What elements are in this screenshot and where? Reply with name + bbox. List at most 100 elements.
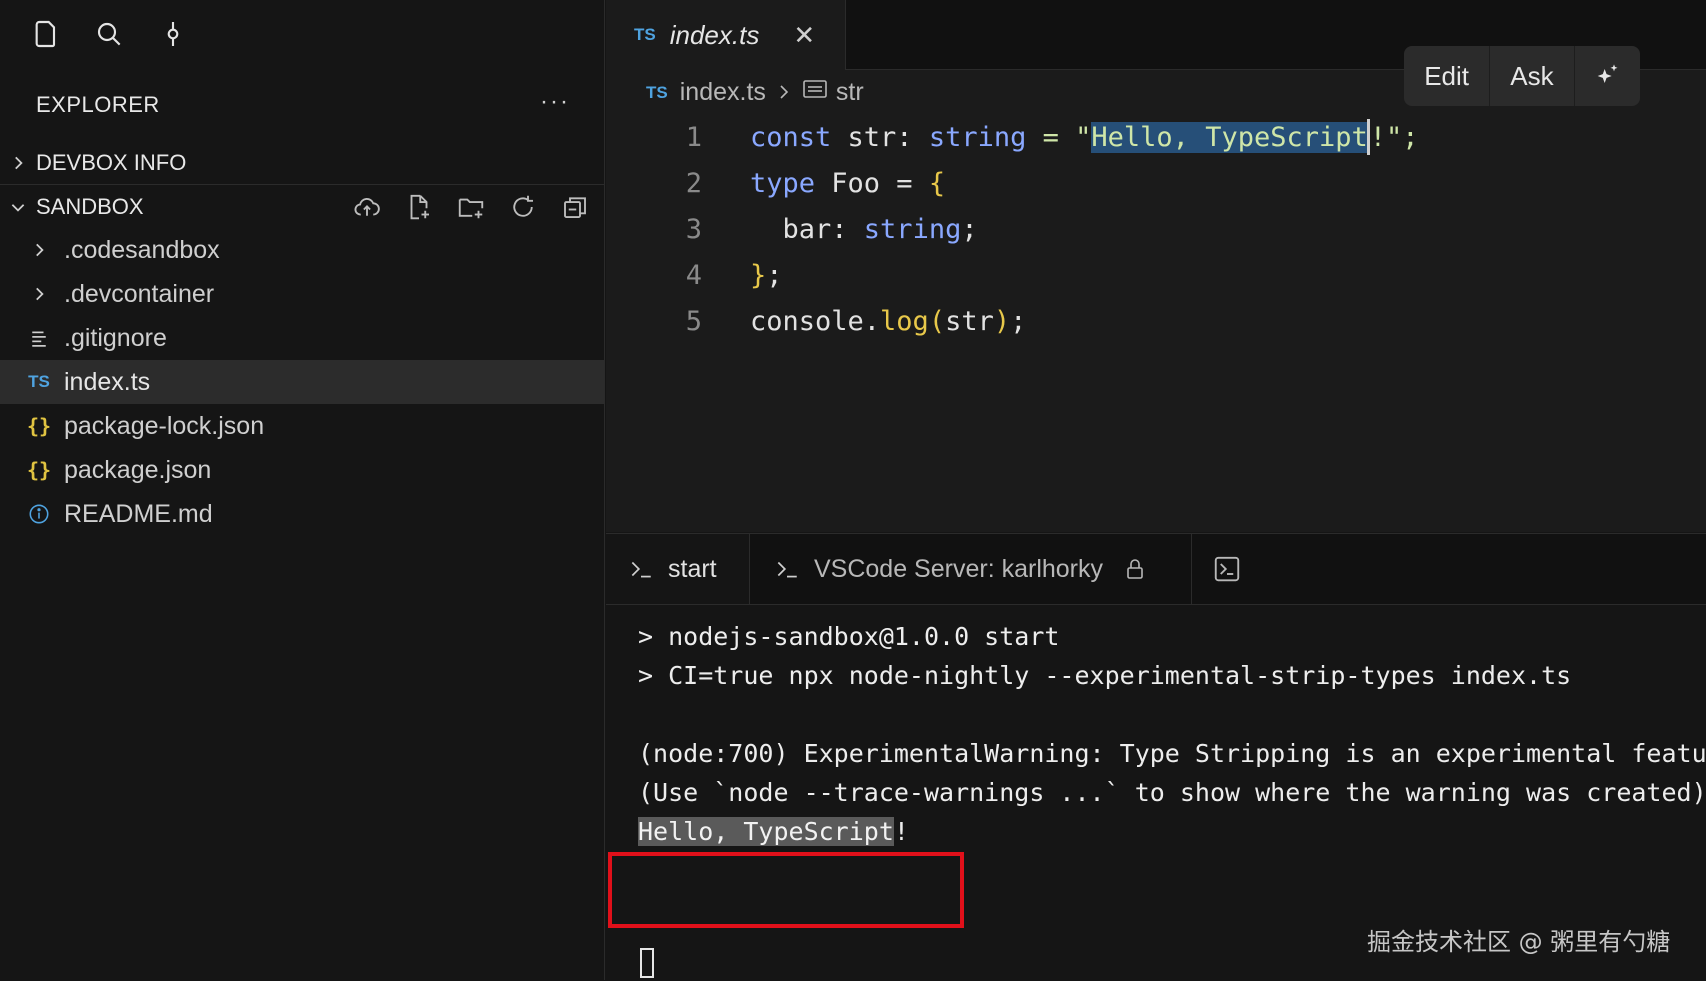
code-token: ( [928, 305, 946, 337]
sidebar: EXPLORER ··· DEVBOX INFO SANDBOX .codesa… [0, 0, 605, 980]
tree-item-index-ts[interactable]: TS index.ts [0, 360, 604, 404]
code-token: Foo = [815, 167, 929, 199]
code-token: ; [961, 213, 978, 245]
code-token: str: [831, 121, 929, 153]
chevron-right-icon [28, 285, 50, 303]
info-icon [28, 502, 50, 526]
tab-label: start [668, 554, 717, 583]
code-token: string [863, 213, 962, 245]
tree-item-label: .gitignore [64, 323, 167, 352]
tree-item-label: package.json [64, 455, 212, 484]
line-number: 2 [685, 167, 702, 199]
tree-item-package-json[interactable]: {} package.json [0, 448, 604, 492]
refresh-icon[interactable] [508, 192, 538, 222]
tree-item-gitignore[interactable]: .gitignore [0, 316, 604, 360]
new-terminal-area [1192, 534, 1706, 604]
line-number: 5 [685, 305, 702, 337]
terminal-cursor [640, 948, 654, 978]
code-token: console. [750, 305, 881, 337]
new-folder-icon[interactable] [456, 192, 486, 222]
terminal-prompt-icon [631, 561, 651, 578]
source-control-icon[interactable] [157, 18, 189, 50]
json-file-icon: {} [26, 458, 52, 482]
cloud-upload-icon[interactable] [352, 192, 382, 222]
code-token: string [928, 121, 1027, 153]
annotation-highlight-box [608, 852, 964, 928]
explorer-title: EXPLORER [36, 92, 160, 117]
terminal-line: > CI=true npx node-nightly --experimenta… [638, 661, 1572, 690]
chevron-down-icon [0, 198, 36, 216]
code-token: { [928, 167, 946, 199]
text-file-icon [28, 329, 50, 347]
watermark: 掘金技术社区 @ 粥里有勺糖 [1367, 928, 1671, 956]
section-devbox-info[interactable]: DEVBOX INFO [0, 142, 604, 185]
search-icon[interactable] [93, 18, 125, 50]
terminal-tab-vscode-server[interactable]: VSCode Server: karlhorky [750, 534, 1192, 604]
chevron-right-icon [776, 78, 792, 107]
new-file-icon[interactable] [404, 192, 434, 222]
section-label: SANDBOX [36, 194, 144, 219]
code-token: = " [1026, 121, 1092, 153]
chevron-right-icon [0, 154, 36, 172]
breadcrumb: TS index.ts str [646, 78, 864, 107]
edit-button[interactable]: Edit [1404, 46, 1491, 106]
collapse-all-icon[interactable] [560, 192, 590, 222]
tree-item-label: .codesandbox [64, 235, 220, 264]
json-file-icon: {} [26, 414, 52, 438]
terminal-tab-start[interactable]: start [606, 534, 750, 604]
section-label: DEVBOX INFO [36, 150, 187, 175]
new-terminal-icon[interactable] [1212, 554, 1242, 584]
ask-button[interactable]: Ask [1490, 46, 1575, 106]
selected-text: Hello, TypeScript [1091, 121, 1368, 153]
terminal-tabs: start VSCode Server: karlhorky [606, 534, 1706, 605]
symbol-variable-icon [802, 78, 836, 107]
typescript-file-icon: TS [646, 82, 668, 102]
tab-label: index.ts [669, 19, 760, 50]
terminal-line: (node:700) ExperimentalWarning: Type Str… [638, 739, 1706, 768]
code-token: ; [1010, 305, 1027, 337]
tab-index-ts[interactable]: TS index.ts ✕ [606, 0, 846, 70]
tree-item-devcontainer[interactable]: .devcontainer [0, 272, 604, 316]
lock-icon [1127, 559, 1143, 579]
files-icon[interactable] [30, 18, 62, 50]
code-line: 5 console. log ( str ) ; [606, 298, 1027, 344]
terminal-line: > nodejs-sandbox@1.0.0 start [638, 622, 1060, 651]
close-icon[interactable]: ✕ [793, 20, 815, 51]
typescript-file-icon: TS [28, 372, 50, 391]
tab-label: VSCode Server: karlhorky [814, 554, 1104, 583]
tree-item-package-lock-json[interactable]: {} package-lock.json [0, 404, 604, 448]
line-number: 4 [685, 259, 702, 291]
tree-item-label: README.md [64, 499, 213, 528]
tree-item-readme-md[interactable]: README.md [0, 492, 604, 536]
tree-item-codesandbox[interactable]: .codesandbox [0, 228, 604, 272]
tree-item-label: index.ts [64, 367, 151, 396]
code-line: 4 } ; [606, 252, 783, 298]
code-line: 1 const str: string = " Hello, TypeScrip… [606, 114, 1419, 160]
code-token: ; [766, 259, 783, 291]
tree-item-label: package-lock.json [64, 411, 265, 440]
code-token: type [750, 167, 816, 199]
sparkle-icon[interactable] [1575, 46, 1640, 106]
code-line: 2 type Foo = { [606, 160, 945, 206]
code-token: } [750, 259, 767, 291]
terminal-output-line: Hello, TypeScript! [638, 817, 909, 846]
breadcrumb-symbol[interactable]: str [836, 78, 864, 107]
breadcrumb-file[interactable]: index.ts [680, 78, 766, 107]
code-token: const [750, 121, 832, 153]
code-token: log [880, 305, 929, 337]
code-line: 3 bar: string ; [606, 206, 978, 252]
highlighted-output: Hello, TypeScript [638, 817, 894, 846]
terminal-prompt-icon [777, 561, 797, 578]
line-number: 1 [685, 121, 702, 153]
chevron-right-icon [28, 241, 50, 259]
output-tail: ! [893, 817, 909, 846]
more-actions-button[interactable]: ··· [540, 88, 570, 116]
tree-item-label: .devcontainer [64, 279, 215, 308]
line-number: 3 [685, 213, 702, 245]
terminal-line: (Use `node --trace-warnings ...` to show… [638, 778, 1706, 807]
code-token: !"; [1369, 121, 1419, 153]
typescript-file-icon: TS [634, 25, 656, 44]
code-token: bar: [750, 213, 864, 245]
code-token: str [945, 305, 994, 337]
ai-toolbar: Edit Ask [1404, 46, 1640, 106]
